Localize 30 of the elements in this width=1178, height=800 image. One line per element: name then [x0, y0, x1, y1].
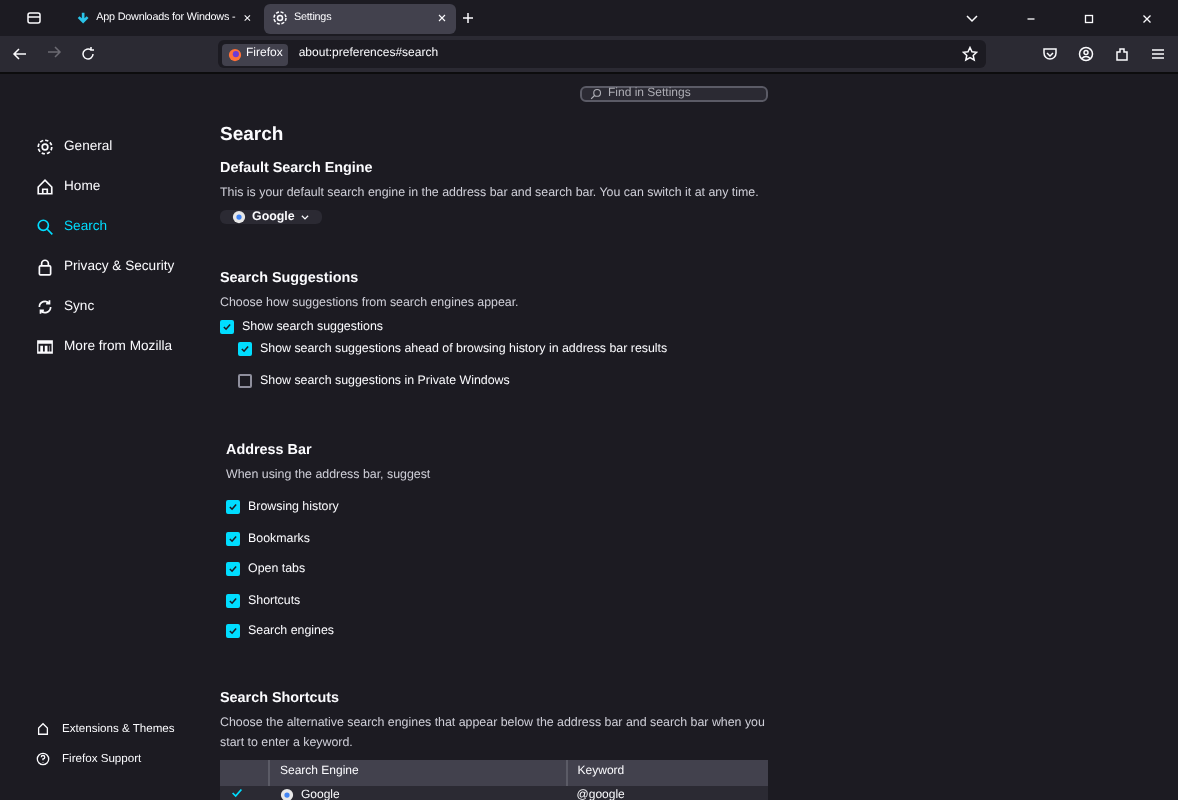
close-tab-icon[interactable] — [436, 12, 448, 24]
chevron-down-icon — [300, 212, 311, 222]
search-icon — [36, 217, 54, 235]
checkmark-icon[interactable] — [230, 786, 244, 800]
gear-icon — [272, 10, 288, 26]
reload-icon[interactable] — [80, 46, 96, 62]
menu-icon[interactable] — [1150, 46, 1166, 62]
maximize-icon[interactable] — [1082, 11, 1096, 25]
star-icon[interactable] — [962, 46, 978, 62]
account-icon[interactable] — [1078, 46, 1094, 62]
help-icon — [36, 752, 50, 766]
house-icon — [36, 177, 54, 195]
chevron-down-icon[interactable] — [964, 10, 980, 26]
download-arrow-icon — [76, 10, 91, 26]
checkbox[interactable] — [220, 320, 234, 334]
padlock-icon — [36, 257, 54, 275]
sync-icon — [36, 297, 54, 315]
close-icon[interactable] — [1140, 11, 1154, 25]
extensions-icon[interactable] — [1114, 46, 1130, 62]
forward-arrow-icon[interactable] — [46, 44, 62, 60]
search-icon — [590, 88, 602, 100]
browser-logo-icon — [228, 47, 242, 61]
checkbox[interactable] — [238, 373, 252, 388]
page-title: Search — [220, 124, 286, 146]
tab-list-icon[interactable] — [26, 10, 42, 26]
pocket-icon[interactable] — [1042, 46, 1058, 62]
gear-icon — [36, 137, 54, 155]
new-tab-icon[interactable] — [460, 10, 476, 26]
close-tab-icon[interactable] — [241, 12, 252, 24]
back-arrow-icon[interactable] — [12, 46, 28, 62]
